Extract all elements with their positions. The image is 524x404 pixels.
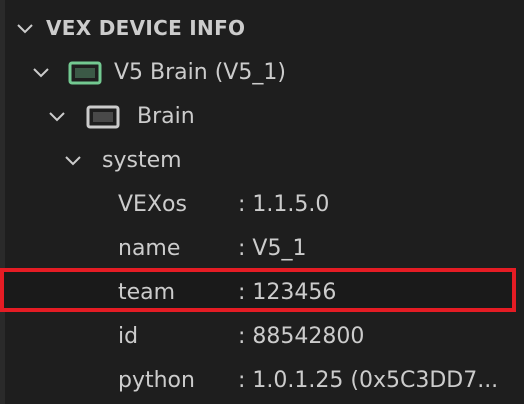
system-item-value: : 88542800 [238, 323, 365, 349]
chevron-down-icon[interactable] [30, 61, 52, 83]
brain-tree-item[interactable]: Brain [0, 94, 524, 138]
system-tree-item[interactable]: system [0, 138, 524, 182]
system-item-python[interactable]: python : 1.0.1.25 (0x5C3DD7... [0, 358, 524, 402]
system-item-key: VEXos [118, 191, 187, 217]
system-item-name[interactable]: name : V5_1 [0, 226, 524, 270]
system-label: system [102, 147, 182, 173]
section-title: VEX DEVICE INFO [46, 16, 246, 40]
section-header[interactable]: VEX DEVICE INFO [0, 6, 524, 50]
chevron-down-icon[interactable] [62, 149, 84, 171]
chevron-down-icon[interactable] [46, 105, 68, 127]
system-item-key: id [118, 323, 139, 349]
system-item-id[interactable]: id : 88542800 [0, 314, 524, 358]
device-tree-item[interactable]: V5 Brain (V5_1) [0, 50, 524, 94]
system-item-key: team [118, 279, 176, 305]
v5-brain-icon [68, 61, 102, 89]
chevron-down-icon[interactable] [14, 17, 36, 39]
system-item-value: : 123456 [238, 279, 337, 305]
system-item-key: name [118, 235, 181, 261]
device-label: V5 Brain (V5_1) [114, 59, 286, 85]
system-item-value: : V5_1 [238, 235, 307, 261]
system-item-vexos[interactable]: VEXos : 1.1.5.0 [0, 182, 524, 226]
vex-device-info-panel: VEX DEVICE INFO V5 Brain (V5_1) Brain sy… [0, 0, 524, 404]
system-item-value: : 1.1.5.0 [238, 191, 330, 217]
system-item-team[interactable]: team : 123456 [0, 270, 524, 314]
system-item-value: : 1.0.1.25 (0x5C3DD7... [238, 367, 499, 393]
system-item-key: python [118, 367, 195, 393]
brain-icon [86, 105, 120, 133]
brain-label: Brain [137, 103, 195, 129]
